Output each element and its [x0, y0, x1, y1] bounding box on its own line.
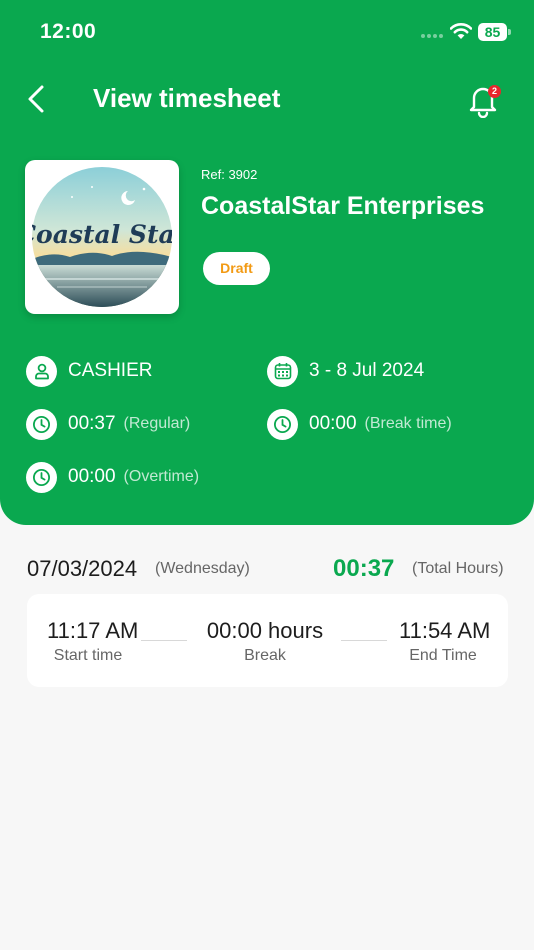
- status-badge: Draft: [203, 252, 270, 285]
- calendar-icon: [267, 355, 298, 387]
- day-weekday: (Wednesday): [155, 560, 250, 577]
- header: 12:00 85 View timesheet 2 oastal St Ref:…: [0, 0, 534, 525]
- divider: [141, 640, 187, 641]
- overtime-value: 00:00: [68, 466, 116, 487]
- break-value: 00:00 hours: [206, 618, 324, 643]
- status-clock: 12:00: [40, 20, 97, 43]
- day-date: 07/03/2024: [27, 556, 138, 581]
- date-range-label: 3 - 8 Jul 2024: [309, 360, 425, 381]
- day-header: 07/03/2024 (Wednesday) 00:37 (Total Hour…: [27, 555, 508, 584]
- divider: [341, 640, 387, 641]
- start-time-value: 11:17 AM: [47, 618, 139, 643]
- company-name: CoastalStar Enterprises: [201, 192, 485, 220]
- regular-hours-value: 00:37: [68, 413, 116, 434]
- role-label: CASHIER: [68, 360, 153, 381]
- ref-number: Ref: 3902: [201, 167, 258, 182]
- signal-icon: [421, 34, 445, 39]
- end-time-label: End Time: [409, 647, 477, 664]
- back-arrow-icon: [28, 85, 44, 113]
- clock-icon: [26, 461, 57, 493]
- user-icon: [26, 355, 57, 387]
- date-range-row: 3 - 8 Jul 2024: [267, 355, 424, 387]
- overtime-label: (Overtime): [123, 468, 200, 485]
- day-total-hours-label: (Total Hours): [412, 560, 504, 577]
- end-time: 11:54 AM End Time: [399, 618, 491, 665]
- status-bar: 12:00 85: [0, 0, 534, 60]
- end-time-value: 11:54 AM: [399, 618, 491, 643]
- day-total-hours: 00:37: [333, 555, 395, 582]
- page-title: View timesheet: [93, 83, 281, 113]
- battery-level: 85: [478, 23, 507, 41]
- break-time-label: (Break time): [364, 415, 452, 432]
- start-time-label: Start time: [53, 647, 123, 664]
- clock-icon: [26, 408, 57, 440]
- overtime-row: 00:00 (Overtime): [26, 461, 199, 493]
- break-label: Break: [244, 647, 286, 664]
- logo-text: Coastal Star: [32, 220, 172, 249]
- clock-icon: [267, 408, 298, 440]
- break-duration: 00:00 hours Break: [195, 618, 335, 665]
- role-row: CASHIER: [26, 355, 152, 387]
- back-button[interactable]: [24, 82, 52, 116]
- time-entry-card[interactable]: 11:17 AM Start time 00:00 hours Break 11…: [27, 594, 508, 687]
- start-time: 11:17 AM Start time: [47, 618, 139, 665]
- wifi-icon: [450, 23, 472, 39]
- battery-icon: 85: [478, 23, 511, 41]
- regular-hours-row: 00:37 (Regular): [26, 408, 190, 440]
- break-time-row: 00:00 (Break time): [267, 408, 452, 440]
- company-logo: Coastal Star: [25, 160, 179, 314]
- notification-badge: 2: [488, 85, 501, 98]
- regular-hours-label: (Regular): [123, 415, 191, 432]
- break-time-value: 00:00: [309, 413, 357, 434]
